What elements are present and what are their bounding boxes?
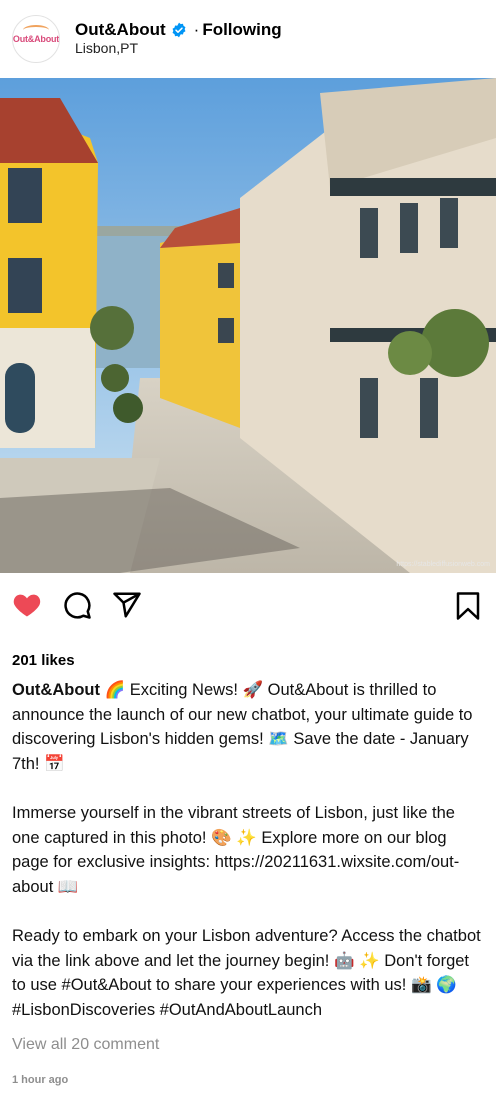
profile-avatar[interactable]: Out&About <box>12 15 60 63</box>
likes-count[interactable]: 201 likes <box>12 652 75 669</box>
following-button[interactable]: Following <box>202 20 281 40</box>
view-comments-link[interactable]: View all 20 comment <box>12 1036 159 1054</box>
like-heart-icon[interactable] <box>12 590 42 618</box>
lisbon-street-photo: https://stablediffusionweb.com <box>0 78 496 573</box>
caption-username[interactable]: Out&About <box>12 681 100 699</box>
comment-icon[interactable] <box>62 590 92 620</box>
share-icon[interactable] <box>112 590 142 620</box>
post-header: Out&About Out&About · Following Lisbon,P… <box>0 0 496 78</box>
follow-separator: · <box>193 20 200 39</box>
photo-watermark: https://stablediffusionweb.com <box>396 561 490 568</box>
post-caption: Out&About 🌈 Exciting News! 🚀 Out&About i… <box>12 678 486 1022</box>
caption-text: 🌈 Exciting News! 🚀 Out&About is thrilled… <box>12 681 481 1019</box>
save-bookmark-icon[interactable] <box>453 590 483 622</box>
post-photo[interactable]: https://stablediffusionweb.com <box>0 78 496 573</box>
verified-badge-icon <box>172 22 186 38</box>
post-actions <box>0 590 496 626</box>
post-timestamp: 1 hour ago <box>12 1074 69 1086</box>
post-location[interactable]: Lisbon,PT <box>75 40 138 56</box>
post-username[interactable]: Out&About <box>75 20 166 40</box>
avatar-logo-text: Out&About <box>12 34 60 44</box>
avatar-logo-arc <box>23 25 49 35</box>
